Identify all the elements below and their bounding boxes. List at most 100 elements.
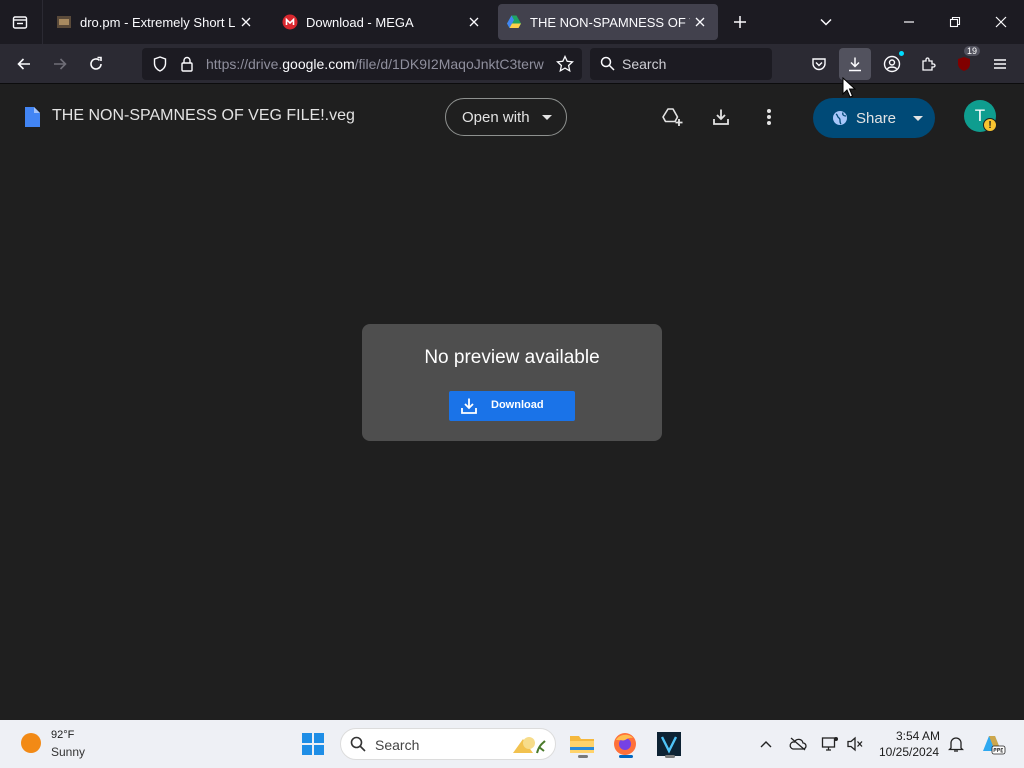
firefox-icon	[614, 733, 636, 755]
taskbar-search-box[interactable]: Search	[340, 728, 556, 760]
minimize-window-button[interactable]	[894, 7, 924, 37]
tab-dropm[interactable]: dro.pm - Extremely Short Links	[48, 4, 264, 40]
tab-google-drive[interactable]: THE NON-SPAMNESS OF VEG F	[498, 4, 718, 40]
search-highlight-icon	[509, 733, 549, 762]
plus-icon	[734, 16, 746, 28]
sun-icon	[21, 733, 41, 753]
downloads-button[interactable]	[839, 48, 871, 80]
url-text[interactable]: https://drive.google.com/file/d/1DK9I2Ma…	[206, 56, 546, 72]
download-button[interactable]: Download	[449, 391, 575, 421]
tab-title: THE NON-SPAMNESS OF VEG F	[530, 14, 690, 30]
url-domain: google.com	[282, 56, 355, 72]
address-bar[interactable]: https://drive.google.com/file/d/1DK9I2Ma…	[142, 48, 582, 80]
more-actions-button[interactable]	[757, 105, 781, 129]
pocket-button[interactable]	[803, 48, 835, 80]
padlock-icon[interactable]	[180, 56, 194, 77]
search-placeholder: Search	[622, 56, 667, 72]
network-tray-button[interactable]	[820, 734, 840, 754]
minimize-icon	[904, 21, 914, 23]
weather-temperature: 92°F	[51, 729, 75, 741]
ublock-shield-icon	[958, 57, 970, 71]
speaker-muted-icon	[847, 736, 863, 752]
back-button[interactable]	[8, 48, 40, 80]
url-prefix: https://drive.	[206, 56, 283, 72]
close-icon	[995, 16, 1007, 28]
add-to-drive-icon	[662, 108, 683, 126]
clock-time: 3:54 AM	[896, 729, 941, 743]
mouse-cursor-icon	[842, 77, 856, 98]
bookmark-star-icon[interactable]	[556, 54, 574, 78]
windows-taskbar: 92°F Sunny Search 3:54 AM 10/25/2024	[0, 720, 1024, 768]
dropm-favicon-icon	[57, 16, 71, 28]
close-tab-icon[interactable]	[464, 12, 484, 32]
tab-title: dro.pm - Extremely Short Links	[80, 14, 236, 30]
windows-logo-pane	[302, 733, 312, 743]
extensions-button[interactable]	[912, 48, 944, 80]
more-vert-icon	[767, 109, 771, 125]
show-hidden-icons-button[interactable]	[756, 734, 776, 754]
search-bar[interactable]: Search	[590, 48, 772, 80]
forward-button[interactable]	[44, 48, 76, 80]
add-shortcut-to-drive-button[interactable]	[661, 105, 685, 129]
reload-button[interactable]	[80, 48, 112, 80]
no-preview-card: No preview available Download	[362, 324, 662, 441]
notifications-button[interactable]	[946, 734, 966, 754]
firefox-view-button[interactable]	[0, 0, 40, 44]
browser-tab-strip: dro.pm - Extremely Short Links Download …	[0, 0, 1024, 44]
dropdown-caret-icon	[542, 115, 552, 120]
arrow-left-icon	[17, 58, 30, 70]
close-tab-icon[interactable]	[690, 12, 710, 32]
search-icon	[350, 736, 366, 757]
arrow-right-icon	[54, 58, 67, 70]
running-indicator	[578, 755, 588, 758]
drive-file-header: THE NON-SPAMNESS OF VEG FILE!.veg Open w…	[0, 85, 1024, 149]
account-button[interactable]	[876, 48, 908, 80]
google-drive-favicon-icon	[507, 15, 521, 28]
volume-tray-button[interactable]	[845, 734, 865, 754]
open-with-button[interactable]: Open with	[445, 98, 567, 136]
onedrive-tray-button[interactable]	[788, 734, 808, 754]
close-window-button[interactable]	[986, 7, 1016, 37]
windows-logo-pane	[302, 745, 312, 755]
bell-icon	[948, 737, 964, 752]
download-button-label: Download	[491, 399, 544, 411]
restore-window-button[interactable]	[940, 7, 970, 37]
tab-separator	[42, 0, 43, 44]
windows-logo-pane	[314, 733, 324, 743]
account-warning-icon: !	[983, 118, 997, 132]
share-button[interactable]: Share	[813, 98, 935, 138]
file-explorer-taskbar-button[interactable]	[566, 728, 598, 760]
globe-icon	[832, 110, 848, 131]
list-all-tabs-button[interactable]	[811, 7, 841, 37]
avatar-warning-mark: !	[988, 119, 992, 131]
copilot-button[interactable]	[980, 734, 1006, 755]
share-label: Share	[856, 110, 897, 127]
vegas-taskbar-button[interactable]	[653, 728, 685, 760]
new-tab-button[interactable]	[725, 7, 755, 37]
reload-icon	[90, 56, 102, 70]
start-button[interactable]	[302, 733, 324, 755]
puzzle-icon	[922, 57, 936, 71]
ublock-extension-button[interactable]: 19	[948, 46, 980, 80]
app-menu-button[interactable]	[984, 48, 1016, 80]
folder-icon	[570, 736, 594, 753]
navigation-toolbar: https://drive.google.com/file/d/1DK9I2Ma…	[0, 44, 1024, 84]
tab-mega[interactable]: Download - MEGA	[274, 4, 492, 40]
clock-date: 10/25/2024	[879, 745, 940, 759]
tab-title: Download - MEGA	[306, 14, 414, 30]
taskbar-search-label: Search	[375, 737, 420, 753]
download-file-button[interactable]	[709, 105, 733, 129]
open-with-label: Open with	[462, 108, 530, 126]
firefox-view-icon	[12, 16, 28, 29]
download-icon	[460, 397, 478, 420]
pocket-icon	[812, 58, 826, 71]
url-path: /file/d/1DK9I2MaqoJnktC3terw	[354, 56, 544, 72]
windows-logo-pane	[314, 745, 324, 755]
close-tab-icon[interactable]	[236, 12, 256, 32]
tracking-protection-shield-icon[interactable]	[152, 56, 168, 77]
firefox-taskbar-button[interactable]	[609, 728, 641, 760]
share-options-caret-icon[interactable]	[913, 116, 923, 121]
account-icon	[883, 55, 901, 73]
chevron-up-icon	[760, 741, 772, 748]
weather-condition: Sunny	[51, 745, 86, 759]
